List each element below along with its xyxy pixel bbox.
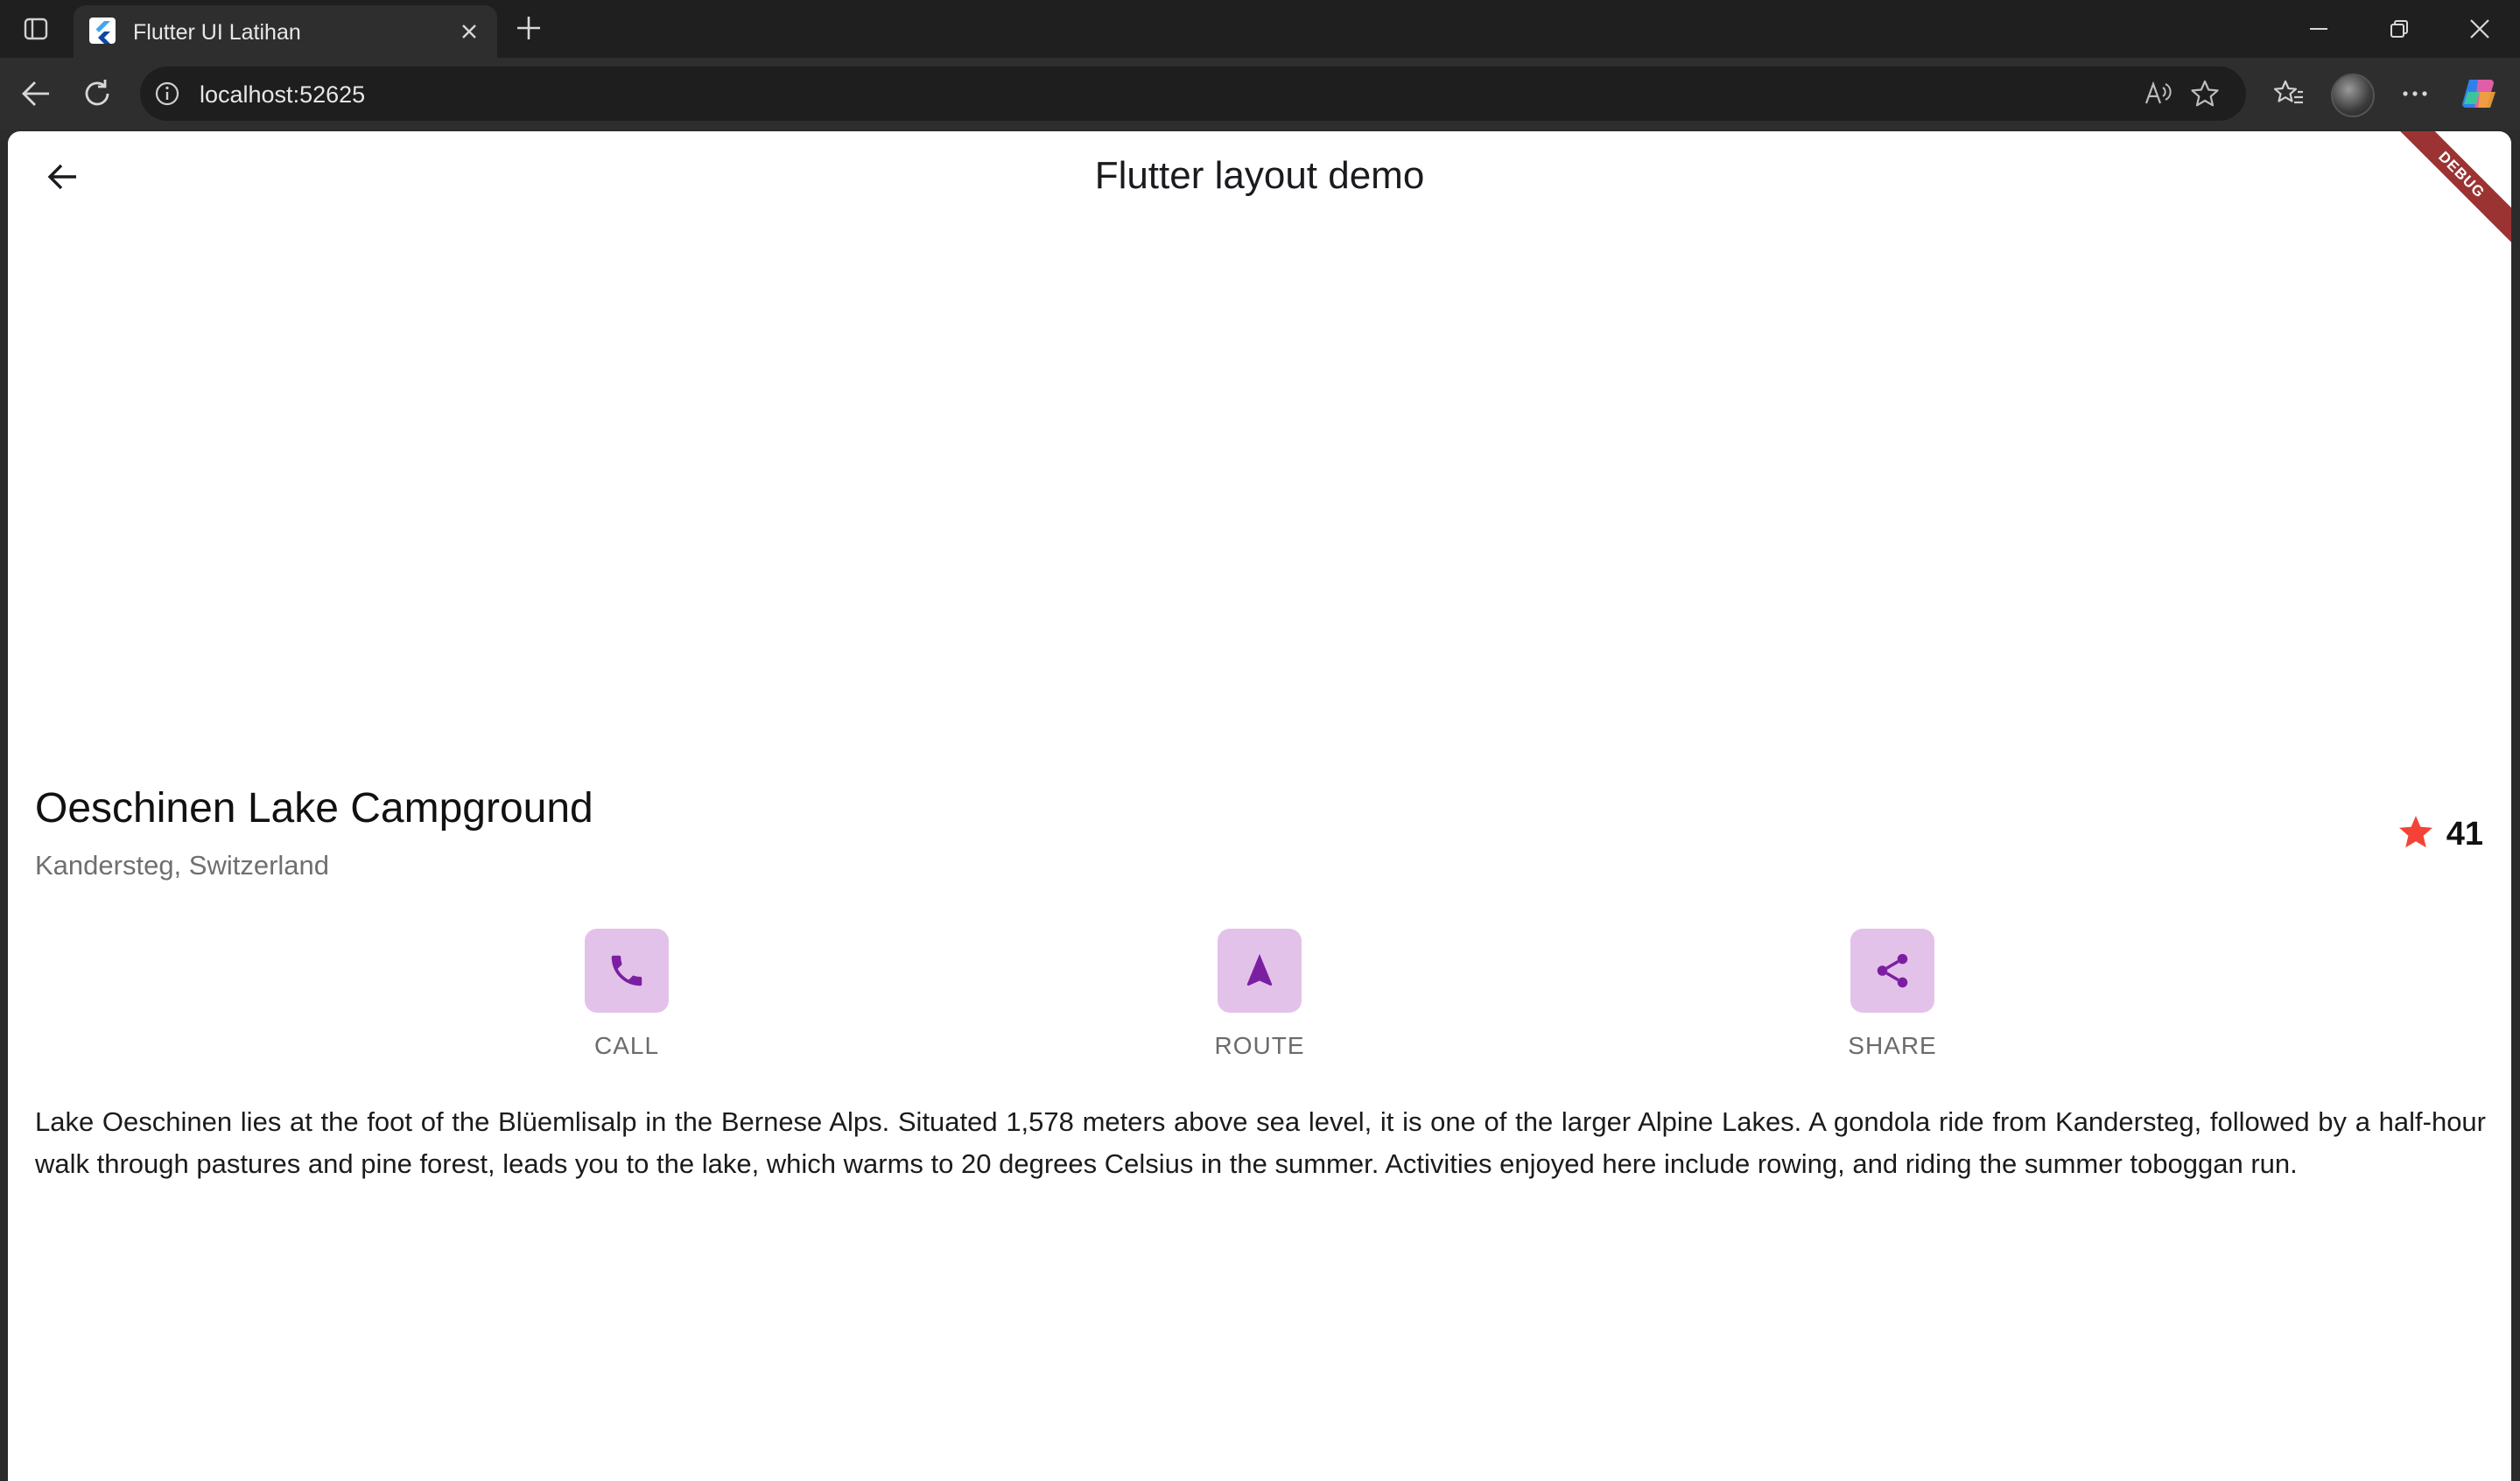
place-title: Oeschinen Lake Campground [35,785,593,832]
page-viewport: Flutter layout demo DEBUG Oeschinen Lake… [8,131,2511,1481]
share-label: SHARE [1848,1032,1937,1059]
browser-titlebar: Flutter UI Latihan [0,0,2520,58]
tab-title: Flutter UI Latihan [133,20,301,45]
read-aloud-icon[interactable] [2141,77,2174,110]
description-text: Lake Oeschinen lies at the foot of the B… [35,1106,2486,1179]
back-icon[interactable] [16,74,56,114]
flutter-logo-icon [89,18,116,44]
call-button[interactable]: CALL [548,929,705,1060]
restore-icon[interactable] [2369,9,2430,49]
phone-icon[interactable] [585,929,669,1013]
navigation-icon[interactable] [1218,929,1302,1013]
address-bar[interactable]: localhost:52625 [140,67,2246,121]
appbar-title: Flutter layout demo [1094,154,1425,197]
call-label: CALL [593,1032,660,1059]
close-window-icon[interactable] [2449,9,2510,49]
refresh-icon[interactable] [77,74,117,114]
site-info-icon[interactable] [152,79,182,109]
rating: 41 [2397,814,2483,855]
route-button[interactable]: ROUTE [1181,929,1338,1060]
close-tab-icon[interactable] [455,18,483,46]
new-tab-icon[interactable] [511,11,546,46]
profile-avatar[interactable] [2331,74,2375,117]
browser-toolbar: localhost:52625 [0,58,2520,130]
favorites-icon[interactable] [2267,72,2311,116]
url-text[interactable]: localhost:52625 [200,81,365,109]
tab-actions-icon[interactable] [19,12,53,46]
route-label: ROUTE [1214,1032,1305,1059]
minimize-icon[interactable] [2288,9,2349,49]
share-icon[interactable] [1850,929,1934,1013]
place-subtitle: Kandersteg, Switzerland [35,850,330,881]
rating-count: 41 [2446,816,2483,853]
star-icon [2397,814,2434,855]
copilot-icon[interactable] [2458,72,2502,116]
browser-tab[interactable]: Flutter UI Latihan [74,5,497,58]
more-options-icon[interactable] [2393,72,2437,116]
share-button[interactable]: SHARE [1814,929,1971,1060]
favorite-star-icon[interactable] [2188,77,2222,110]
